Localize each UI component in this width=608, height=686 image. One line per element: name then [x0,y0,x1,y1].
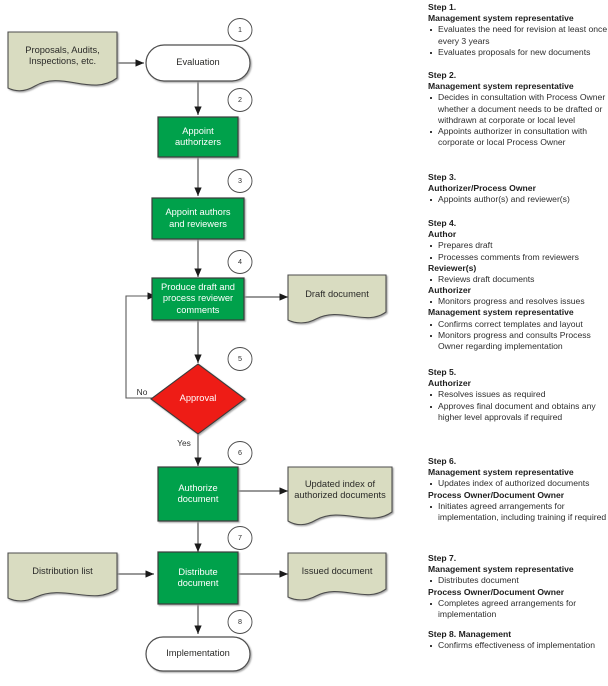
step-bullet-list: Decides in consultation with Process Own… [428,92,608,148]
node-distribute-document-shape [157,551,239,605]
step-role: Process Owner/Document Owner [428,586,565,597]
node-updated-index-shape [287,466,393,526]
step-block-4: Step 4. Author Prepares draft Processes com… [428,218,608,352]
step-role: Reviewer(s) [428,262,477,273]
step-role: Authorizer/Process Owner [428,183,536,194]
node-appoint-authorizers-shape [157,116,239,158]
flowchart-svg [7,18,393,672]
step-role: Management system representative [428,307,574,318]
step-role: Author [428,229,457,240]
step-bullet-list: Monitors progress and resolves issues [428,296,608,307]
step-title: Step 7. [428,553,457,563]
step-block-1: Step 1. Management system representative E… [428,2,608,58]
node-draft-document-shape [287,274,387,324]
marker-circle-3 [227,169,253,193]
step-title: Step 2. [428,70,457,80]
step-bullet-list: Resolves issues as required Approves fina… [428,389,608,423]
step-title: Step 1. [428,2,457,12]
step-bullet-list: Completes agreed arrangements for implem… [428,598,608,620]
marker-circle-6 [227,441,253,465]
step-bullet-item: Decides in consultation with Process Own… [428,92,608,126]
node-produce-draft-shape [151,277,245,321]
step-bullet-list: Reviews draft documents [428,274,608,285]
step-bullet-list: Prepares draft Processes comments from re… [428,240,608,262]
step-role: Process Owner/Document Owner [428,489,565,500]
step-bullet-list: Confirms correct templates and layout Mon… [428,319,608,353]
marker-circle-7 [227,526,253,550]
step-bullet-item: Reviews draft documents [428,274,608,285]
step-bullet-item: Evaluates the need for revision at least… [428,24,608,46]
step-block-2: Step 2. Management system representative D… [428,70,608,148]
step-bullet-item: Appoints author(s) and reviewer(s) [428,194,608,205]
step-bullet-item: Distributes document [428,575,608,586]
node-appoint-authors-shape [151,197,245,240]
step-bullet-list: Updates index of authorized documents [428,478,608,489]
step-title: Step 6. [428,456,457,466]
node-proposals-audits-shape [7,31,118,92]
step-bullet-item: Approves final document and obtains any … [428,401,608,423]
step-block-7: Step 7. Management system representative D… [428,553,608,620]
marker-circle-5 [227,347,253,371]
step-bullet-item: Evaluates proposals for new documents [428,47,608,58]
step-bullet-item: Prepares draft [428,240,608,251]
step-bullet-item: Processes comments from reviewers [428,252,608,263]
node-evaluation-shape [145,44,251,82]
flowchart-canvas: Proposals, Audits, Inspections, etc. Eval… [0,0,425,681]
marker-circle-2 [227,88,253,112]
step-bullet-item: Completes agreed arrangements for implem… [428,598,608,620]
step-role: Management system representative [428,564,574,575]
step-block-6: Step 6. Management system representative U… [428,456,608,523]
step-block-8: Step 8. Management Confirms effectiveness… [428,629,608,651]
step-title: Step 8. Management [428,629,512,639]
step-title: Step 4. [428,218,457,228]
step-role: Authorizer [428,378,471,389]
step-bullet-item: Updates index of authorized documents [428,478,608,489]
step-bullet-item: Initiates agreed arrangements for implem… [428,501,608,523]
step-role: Authorizer [428,285,471,296]
step-bullet-item: Confirms effectiveness of implementation [428,640,608,651]
step-bullet-item: Monitors progress and consults Process O… [428,330,608,352]
step-block-5: Step 5. Authorizer Resolves issues as requ… [428,367,608,423]
step-bullet-item: Appoints authorizer in consultation with… [428,126,608,148]
step-bullet-list: Initiates agreed arrangements for implem… [428,501,608,523]
step-title: Step 3. [428,172,457,182]
marker-circle-4 [227,250,253,274]
step-bullet-list: Evaluates the need for revision at least… [428,24,608,58]
step-bullet-list: Confirms effectiveness of implementation [428,640,608,651]
node-issued-document-shape [287,552,387,601]
step-bullet-item: Monitors progress and resolves issues [428,296,608,307]
node-approval-shape [150,363,246,435]
step-role: Management system representative [428,81,574,92]
step-bullet-list: Appoints author(s) and reviewer(s) [428,194,608,205]
marker-circle-1 [227,18,253,42]
node-authorize-document-shape [157,466,239,522]
node-implementation-shape [145,636,251,672]
step-bullet-item: Confirms correct templates and layout [428,319,608,330]
step-role: Management system representative [428,13,574,24]
steps-panel: Step 1. Management system representative E… [428,0,608,681]
node-distribution-list-shape [7,552,118,602]
step-bullet-item: Resolves issues as required [428,389,608,400]
step-role: Management system representative [428,467,574,478]
step-bullet-list: Distributes document [428,575,608,586]
step-title: Step 5. [428,367,457,377]
marker-circle-8 [227,610,253,634]
connector-approval-no-loop [125,295,155,399]
step-block-3: Step 3. Authorizer/Process Owner Appoints … [428,172,608,206]
